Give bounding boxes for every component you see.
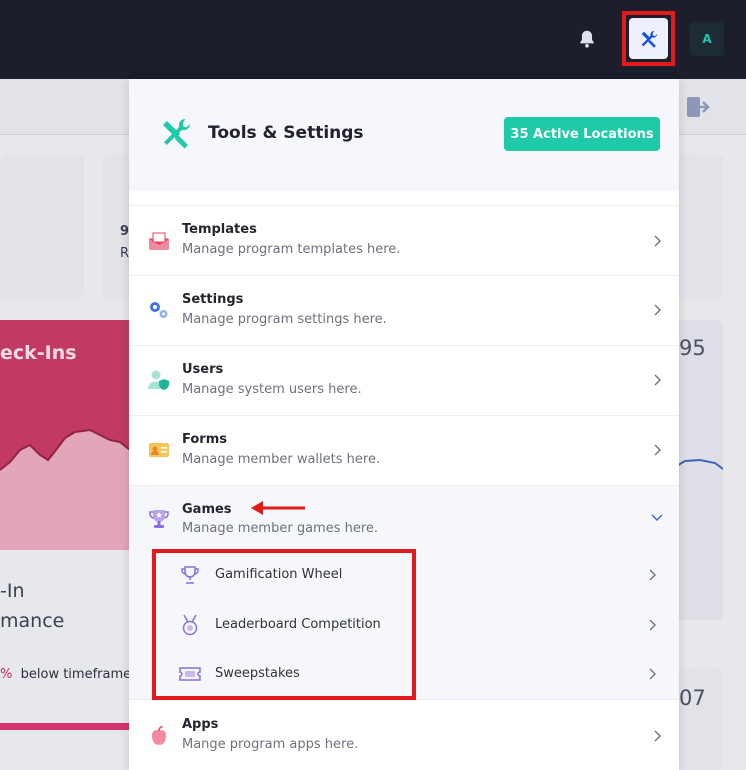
header-tools-icon-wrap (151, 107, 201, 159)
tools-icon (641, 30, 657, 48)
chevron-down-icon (651, 514, 663, 521)
background-card-value: 9 (120, 224, 130, 239)
chevron-right-icon (649, 619, 656, 631)
annotation-arrow-icon (251, 501, 305, 515)
menu-item-description: Manage program settings here. (182, 312, 387, 327)
menu-item-title: Apps (182, 717, 219, 732)
menu-item-apps[interactable]: Apps Mange program apps here. (129, 699, 679, 770)
trophy-star-icon (147, 507, 171, 531)
menu-item-description: Manage member games here. (182, 521, 379, 536)
tools-icon (163, 118, 191, 149)
performance-panel (0, 550, 130, 740)
menu-item-forms[interactable]: Forms Manage member wallets here. (129, 415, 679, 485)
checkins-title: eck-Ins (0, 342, 77, 364)
background-card (675, 155, 723, 299)
menu-item-description: Manage member wallets here. (182, 452, 381, 467)
chevron-right-icon (654, 730, 661, 742)
gears-icon (147, 298, 171, 322)
menu-item-description: Manage system users here. (182, 382, 362, 397)
chevron-right-icon (654, 374, 661, 386)
active-locations-badge[interactable]: 35 Active Locations (504, 117, 660, 151)
chevron-right-icon (654, 444, 661, 456)
chevron-right-icon (649, 668, 656, 680)
menu-item-title: Forms (182, 432, 227, 447)
dropdown-header: Tools & Settings 35 Active Locations (129, 79, 679, 191)
chevron-right-icon (649, 569, 656, 581)
background-stat-value: 07 (679, 686, 706, 710)
tools-settings-button[interactable] (629, 18, 668, 59)
menu-item-settings[interactable]: Settings Manage program settings here. (129, 275, 679, 345)
menu-item-description: Mange program apps here. (182, 737, 359, 752)
performance-text: below timeframe (20, 667, 132, 682)
chevron-right-icon (654, 235, 661, 247)
background-line-chart (675, 458, 723, 470)
menu-item-templates[interactable]: Templates Manage program templates here. (129, 205, 679, 275)
progress-strip (0, 723, 130, 730)
background-card-label: R (120, 246, 130, 261)
background-stat-value: 95 (679, 336, 706, 360)
performance-title-line2: mance (0, 610, 65, 632)
chevron-right-icon (654, 304, 661, 316)
envelope-icon (147, 229, 171, 253)
user-shield-icon (147, 368, 171, 392)
id-card-icon (147, 438, 171, 462)
checkins-area-chart (0, 428, 130, 550)
menu-item-games[interactable]: Games Manage member games here. (129, 485, 679, 551)
menu-item-users[interactable]: Users Manage system users here. (129, 345, 679, 415)
annotation-submenu-highlight (152, 549, 416, 700)
menu-item-title: Games (182, 502, 232, 517)
apple-icon (147, 724, 171, 748)
menu-item-title: Settings (182, 292, 244, 307)
menu-item-description: Manage program templates here. (182, 242, 401, 257)
bell-icon[interactable] (576, 28, 598, 50)
performance-percent: % (0, 667, 13, 682)
dropdown-title: Tools & Settings (208, 123, 364, 143)
background-card (0, 155, 84, 299)
menu-item-title: Templates (182, 222, 257, 237)
menu-item-title: Users (182, 362, 224, 377)
logout-icon[interactable] (686, 96, 710, 118)
background-card (675, 668, 723, 770)
user-avatar[interactable]: A (690, 22, 724, 56)
performance-title-line1: -In (0, 580, 25, 602)
performance-caption: % below timeframe (0, 667, 131, 682)
